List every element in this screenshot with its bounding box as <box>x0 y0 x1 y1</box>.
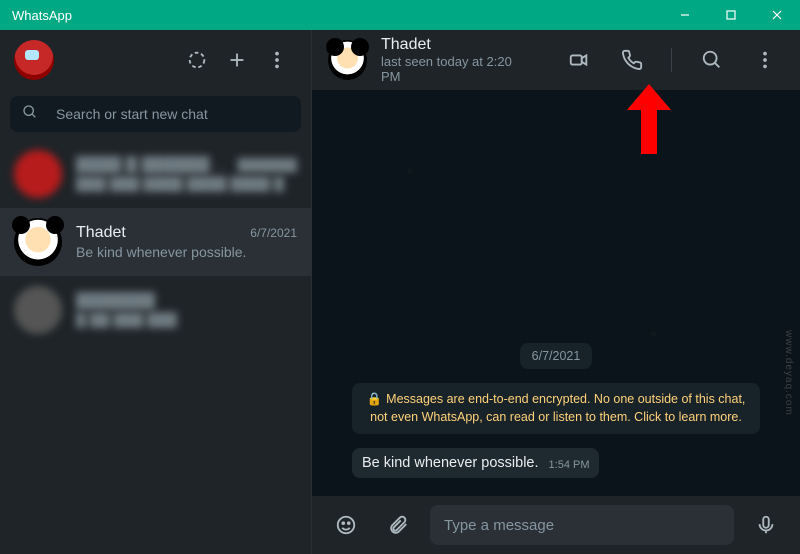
encryption-notice[interactable]: 🔒Messages are end-to-end encrypted. No o… <box>352 383 760 434</box>
menu-icon[interactable] <box>257 40 297 80</box>
message-row: Be kind whenever possible. 1:54 PM <box>352 448 760 478</box>
contact-avatar <box>14 150 62 198</box>
self-avatar[interactable] <box>14 40 54 80</box>
chat-list-item[interactable]: ████ █ ████████ ███████ ███ ███ ████ ███… <box>0 140 311 208</box>
chat-date: 6/7/2021 <box>250 226 297 240</box>
video-call-icon[interactable] <box>559 40 598 80</box>
chat-preview: Be kind whenever possible. <box>76 244 297 260</box>
message-text: Be kind whenever possible. <box>362 455 539 471</box>
encryption-text: Messages are end-to-end encrypted. No on… <box>370 392 745 424</box>
mic-icon[interactable] <box>746 505 786 545</box>
contact-avatar <box>14 286 62 334</box>
sidebar-header <box>0 30 311 90</box>
window-maximize-button[interactable] <box>708 0 754 30</box>
sidebar: ████ █ ████████ ███████ ███ ███ ████ ███… <box>0 30 312 554</box>
message-bubble[interactable]: Be kind whenever possible. 1:54 PM <box>352 448 599 478</box>
messages-area: 6/7/2021 🔒Messages are end-to-end encryp… <box>312 90 800 496</box>
search-input[interactable] <box>56 106 289 122</box>
chat-contact-status: last seen today at 2:20 PM <box>381 54 531 84</box>
search-bar[interactable] <box>10 96 301 132</box>
lock-icon: 🔒 <box>367 392 383 406</box>
search-in-chat-icon[interactable] <box>692 40 731 80</box>
search-icon <box>22 104 38 125</box>
status-icon[interactable] <box>177 40 217 80</box>
app-title: WhatsApp <box>12 8 72 23</box>
chat-panel: Thadet last seen today at 2:20 PM 6/7/20… <box>312 30 800 554</box>
contact-name: Thadet <box>76 224 126 242</box>
chat-preview: █ ██ ███ ███ <box>76 312 297 328</box>
voice-call-icon[interactable] <box>612 40 651 80</box>
chat-list: ████ █ ████████ ███████ ███ ███ ████ ███… <box>0 140 311 554</box>
new-chat-icon[interactable] <box>217 40 257 80</box>
chat-header: Thadet last seen today at 2:20 PM <box>312 30 800 90</box>
contact-name: ████ █ ████████ <box>76 156 231 174</box>
contact-avatar <box>14 218 62 266</box>
chat-title-block[interactable]: Thadet last seen today at 2:20 PM <box>381 36 531 84</box>
window-minimize-button[interactable] <box>662 0 708 30</box>
message-input[interactable] <box>430 505 734 545</box>
message-time: 1:54 PM <box>549 459 590 471</box>
window-close-button[interactable] <box>754 0 800 30</box>
composer <box>312 496 800 554</box>
chat-contact-avatar[interactable] <box>328 40 367 80</box>
window-titlebar: WhatsApp <box>0 0 800 30</box>
chat-date: ███████ <box>237 158 297 172</box>
chat-contact-name: Thadet <box>381 36 531 54</box>
chat-list-item[interactable]: ███████ █ ██ ███ ███ <box>0 276 311 344</box>
contact-name: ███████ <box>76 292 155 310</box>
emoji-icon[interactable] <box>326 505 366 545</box>
chat-list-item[interactable]: Thadet 6/7/2021 Be kind whenever possibl… <box>0 208 311 276</box>
chat-preview: ███ ███ ████ ████ ████ █ <box>76 176 297 192</box>
chat-menu-icon[interactable] <box>745 40 784 80</box>
date-separator: 6/7/2021 <box>520 343 593 369</box>
attach-icon[interactable] <box>378 505 418 545</box>
header-divider <box>671 48 672 72</box>
